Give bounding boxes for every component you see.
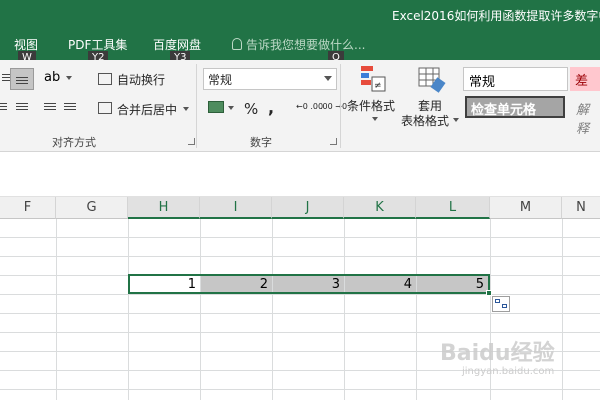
- selection-border: [128, 274, 490, 294]
- decrease-indent-icon[interactable]: [16, 103, 28, 112]
- grid-line: [200, 219, 201, 400]
- wrap-text-icon: [98, 73, 112, 85]
- grid-line: [562, 219, 563, 400]
- tell-me-search[interactable]: 告诉我您想要做什么...: [232, 36, 365, 53]
- ribbon: ab 自动换行 合并后居中 对齐方式 常规 % , ←0 .00 .00 →0 …: [0, 60, 600, 152]
- grid-line: [56, 219, 57, 400]
- group-separator: [340, 64, 341, 148]
- tell-me-text: 告诉我您想要做什么...: [246, 38, 366, 52]
- grid-line: [0, 389, 600, 390]
- decrease-indent-icon-2[interactable]: [44, 103, 56, 112]
- wrap-text-button[interactable]: 自动换行: [117, 71, 165, 88]
- baidu-watermark: Baidu经验: [440, 341, 555, 366]
- grid-line: [0, 313, 600, 314]
- column-header-m[interactable]: M: [490, 197, 562, 219]
- grid-line: [0, 294, 600, 295]
- comma-button[interactable]: ,: [268, 98, 274, 117]
- number-group-label: 数字: [250, 136, 272, 149]
- column-header-j[interactable]: J: [272, 197, 344, 219]
- format-as-table-icon: [418, 65, 446, 93]
- chevron-down-icon: [324, 76, 332, 81]
- format-as-table-label-2[interactable]: 表格格式: [401, 112, 449, 129]
- window-title: Excel2016如何利用函数提取许多数字中: [392, 9, 600, 23]
- conditional-format-dropdown-icon[interactable]: [372, 117, 378, 121]
- grid-line: [128, 219, 129, 400]
- conditional-format-icon: ≠: [360, 65, 386, 93]
- format-as-table-dropdown-icon[interactable]: [453, 118, 459, 122]
- column-header-n[interactable]: N: [562, 197, 600, 219]
- grid-line: [416, 219, 417, 400]
- grid-line: [344, 219, 345, 400]
- align-right-icon[interactable]: [0, 103, 7, 112]
- number-dialog-launcher-icon[interactable]: [330, 138, 337, 145]
- quick-analysis-icon[interactable]: [492, 296, 510, 312]
- lightbulb-icon: [232, 38, 242, 50]
- alignment-dialog-launcher-icon[interactable]: [188, 138, 195, 145]
- title-bar: Excel2016如何利用函数提取许多数字中 视图 W PDF工具集 Y2 百度…: [0, 0, 600, 65]
- merge-center-icon: [98, 102, 112, 114]
- align-left-icon[interactable]: [2, 74, 10, 83]
- column-header-h[interactable]: H: [128, 197, 200, 219]
- increase-decimal-button[interactable]: ←0 .00: [296, 102, 323, 111]
- orientation-icon[interactable]: ab: [44, 70, 60, 85]
- formula-bar-area: [0, 152, 600, 197]
- column-header-k[interactable]: K: [344, 197, 416, 219]
- grid-line: [0, 332, 600, 333]
- orientation-dropdown-icon[interactable]: [66, 76, 72, 80]
- column-header-f[interactable]: F: [0, 197, 56, 219]
- style-normal[interactable]: 常规: [463, 67, 568, 91]
- conditional-format-button[interactable]: 条件格式: [347, 97, 395, 114]
- decrease-decimal-button[interactable]: .00 →0: [320, 102, 347, 111]
- align-middle-button[interactable]: [10, 68, 34, 90]
- style-check-cell[interactable]: 检查单元格: [465, 96, 565, 118]
- column-header-i[interactable]: I: [200, 197, 272, 219]
- style-explanatory[interactable]: 解释: [576, 99, 600, 137]
- number-format-value: 常规: [208, 73, 233, 87]
- grid-line: [272, 219, 273, 400]
- column-header-l[interactable]: L: [416, 197, 490, 219]
- column-header-g[interactable]: G: [56, 197, 128, 219]
- merge-center-button[interactable]: 合并后居中: [117, 101, 177, 118]
- alignment-group-label: 对齐方式: [52, 136, 96, 149]
- baidu-watermark-url: jingyan.baidu.com: [462, 366, 555, 377]
- number-format-select[interactable]: 常规: [203, 68, 337, 90]
- grid-line: [0, 256, 600, 257]
- currency-dropdown-icon[interactable]: [228, 106, 234, 110]
- currency-icon[interactable]: [208, 101, 224, 113]
- increase-indent-icon[interactable]: [64, 103, 76, 112]
- group-separator: [196, 64, 197, 148]
- grid-line: [0, 237, 600, 238]
- merge-dropdown-icon[interactable]: [183, 107, 189, 111]
- align-middle-icon: [16, 77, 28, 86]
- percent-button[interactable]: %: [244, 100, 258, 118]
- svg-text:≠: ≠: [374, 81, 382, 91]
- style-bad[interactable]: 差: [570, 67, 600, 91]
